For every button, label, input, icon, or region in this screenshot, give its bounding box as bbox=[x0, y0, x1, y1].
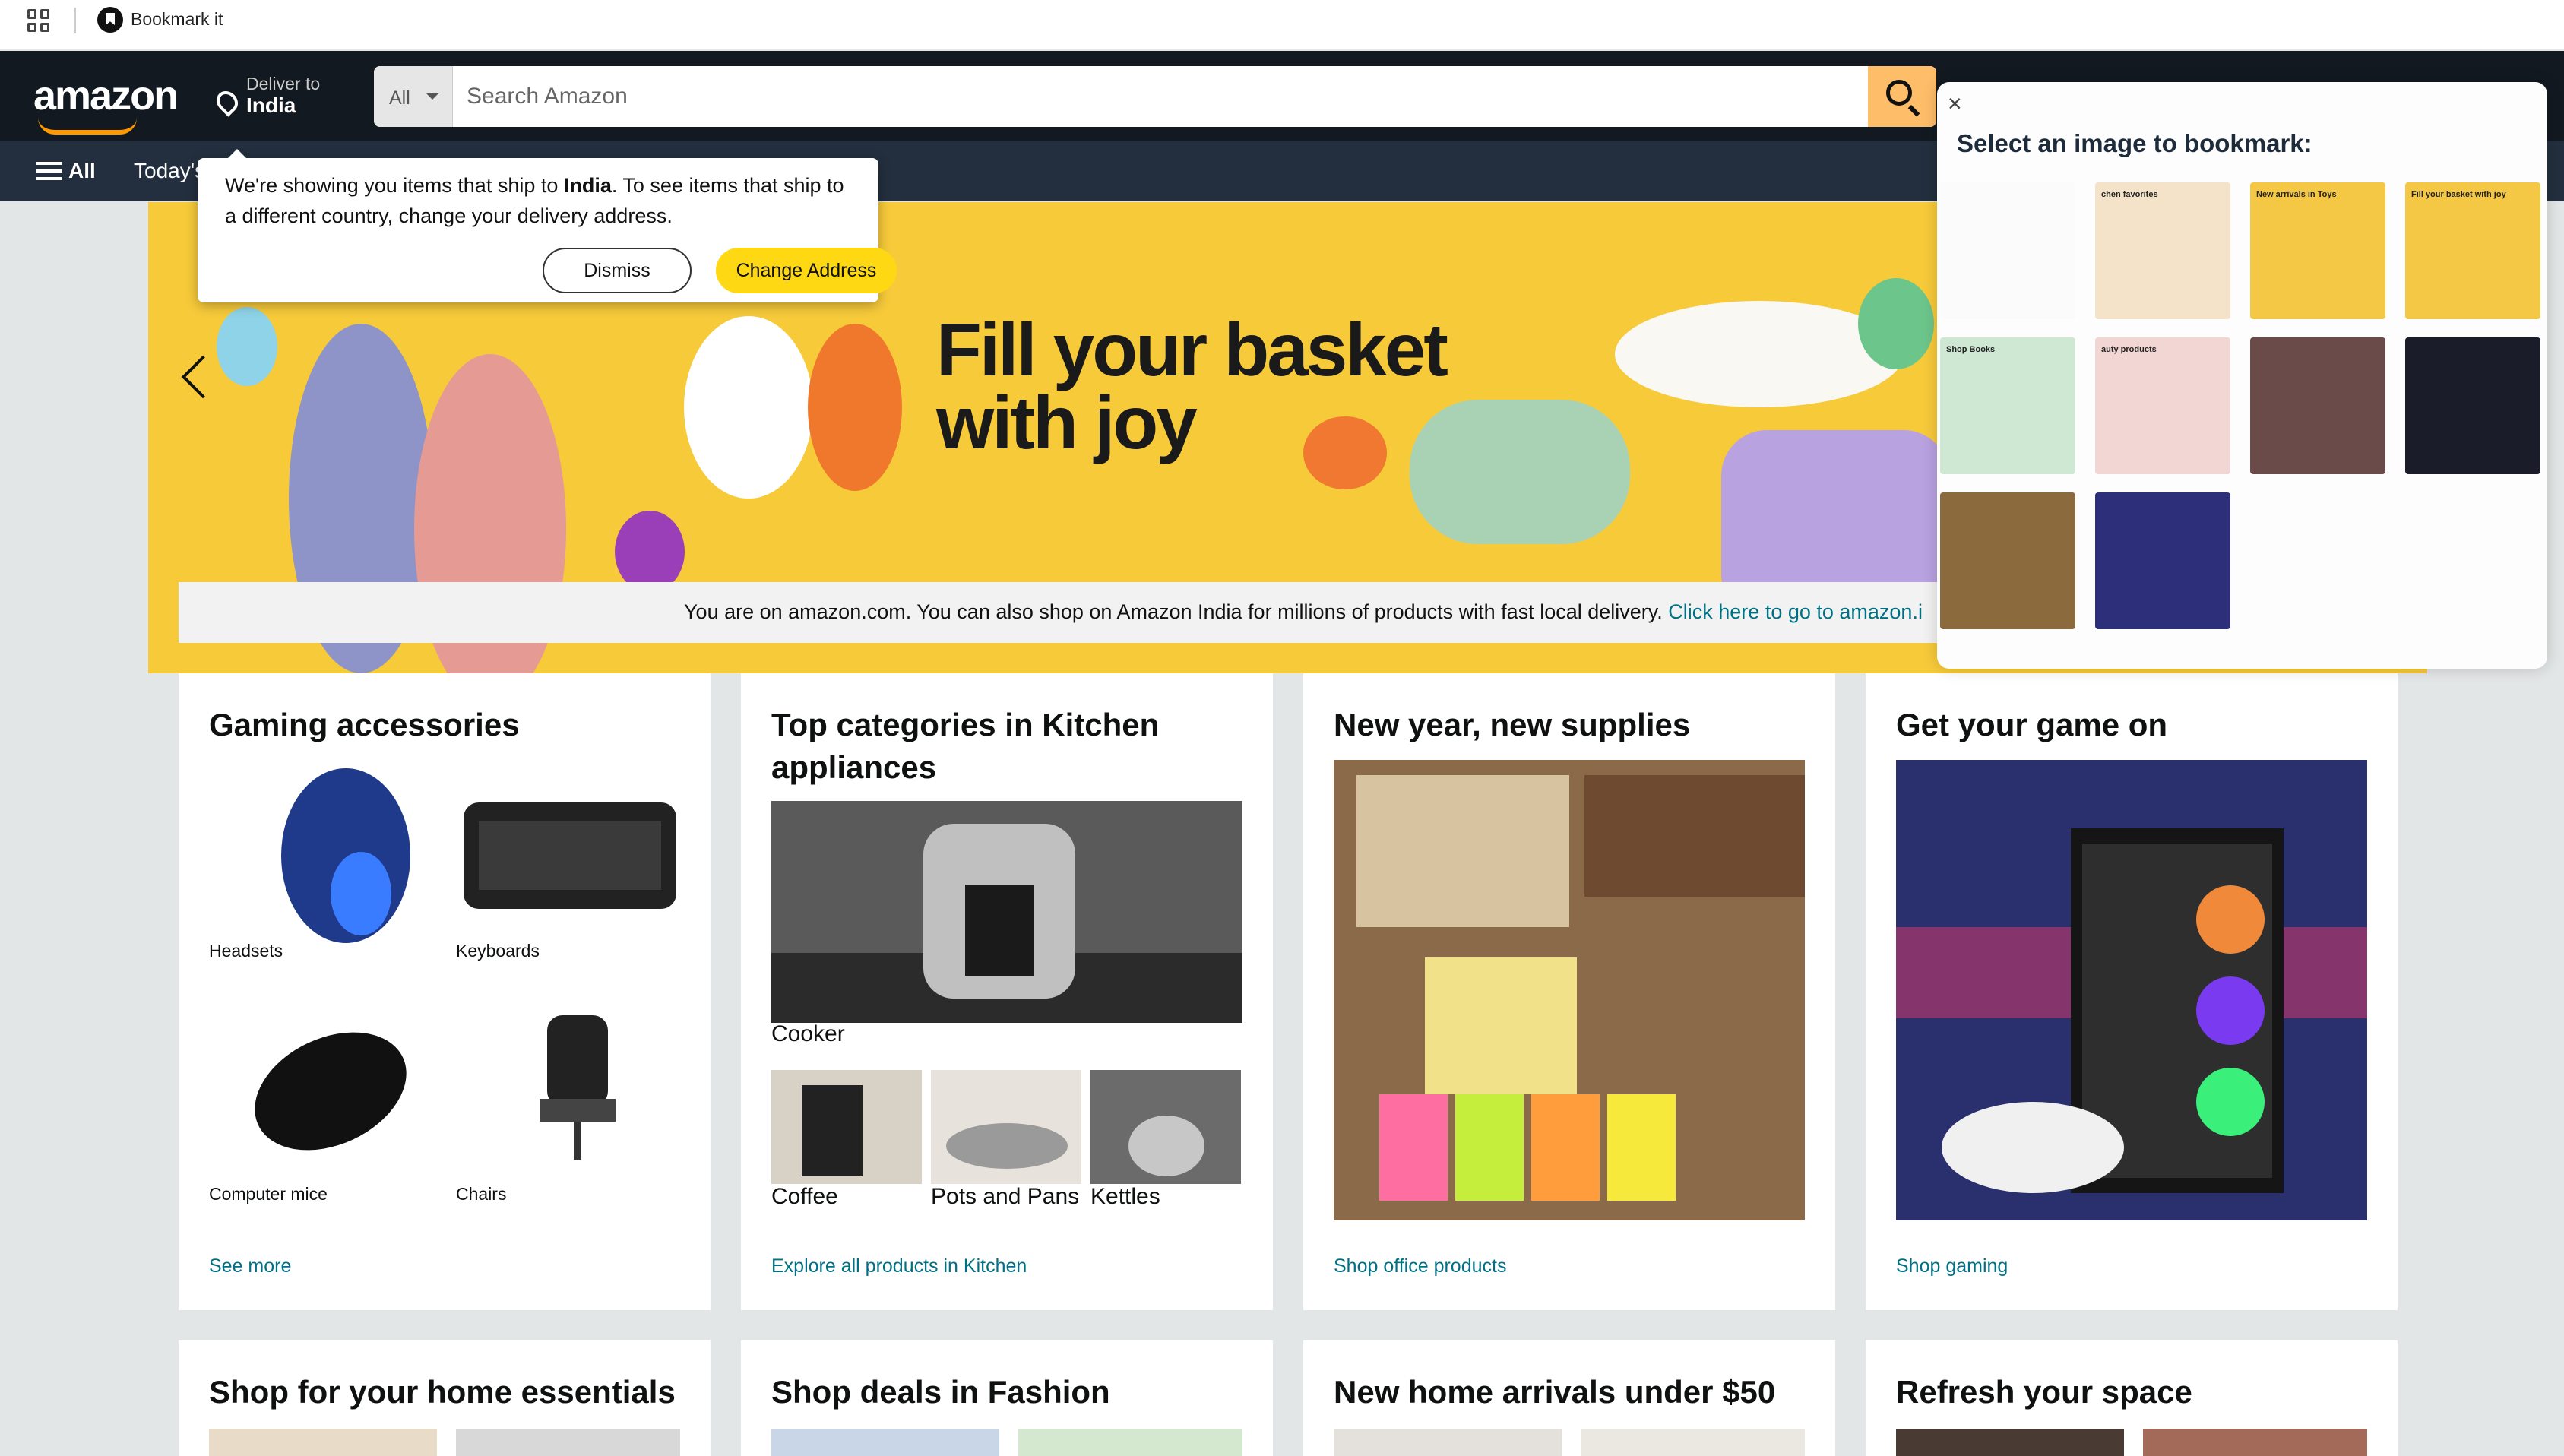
search-input[interactable] bbox=[467, 66, 1834, 127]
card-title: Refresh your space bbox=[1896, 1374, 2192, 1410]
card-deals-fashion: Shop deals in Fashion bbox=[741, 1340, 1273, 1456]
arrivals-thumb-2[interactable] bbox=[1581, 1429, 1805, 1456]
card-home-arrivals: New home arrivals under $50 bbox=[1303, 1340, 1835, 1456]
mouse-image bbox=[255, 1032, 407, 1151]
tile-caption: Pots and Pans bbox=[931, 1184, 1080, 1209]
location-pin-icon bbox=[212, 87, 242, 117]
easter-egg-purple bbox=[615, 511, 685, 593]
search-category-dropdown[interactable]: All bbox=[374, 66, 453, 127]
tile-caption: Kettles bbox=[1090, 1184, 1160, 1209]
amazon-logo[interactable]: amazon bbox=[33, 72, 179, 119]
all-menu-button[interactable]: All bbox=[68, 159, 96, 183]
refresh-thumb-1[interactable] bbox=[1896, 1429, 2124, 1456]
popover-msg-text: We're showing you items that ship to bbox=[225, 174, 564, 197]
card-title: Shop deals in Fashion bbox=[771, 1374, 1110, 1410]
bookmark-thumbnail[interactable]: auty products bbox=[2095, 337, 2230, 474]
easter-egg-green bbox=[1858, 278, 1934, 369]
cooker-image bbox=[771, 801, 1242, 1023]
bookmark-thumbnail-label: auty products bbox=[2101, 345, 2157, 354]
search-icon bbox=[1886, 80, 1912, 106]
keyboard-image bbox=[464, 802, 676, 909]
hamburger-menu-icon[interactable] bbox=[36, 162, 62, 180]
tile-caption: Headsets bbox=[209, 941, 283, 961]
notice-link[interactable]: Click here to go to amazon.i bbox=[1668, 600, 1923, 623]
card-gaming-accessories: Gaming accessories Headsets Keyboards Co… bbox=[179, 673, 711, 1310]
gaming-pc-image[interactable] bbox=[1896, 760, 2367, 1220]
bookmark-thumbnail[interactable] bbox=[1940, 492, 2075, 629]
bookmark-thumbnail-label: Fill your basket with joy bbox=[2411, 190, 2506, 199]
bookmark-thumbnail[interactable]: New arrivals in Toys bbox=[2250, 182, 2385, 319]
card-kitchen-appliances: Top categories in Kitchen appliances Coo… bbox=[741, 673, 1273, 1310]
see-more-link[interactable]: See more bbox=[209, 1255, 291, 1277]
shop-gaming-link[interactable]: Shop gaming bbox=[1896, 1255, 2008, 1277]
headset-image bbox=[281, 768, 410, 943]
card-title: Top categories in Kitchen appliances bbox=[771, 707, 1160, 785]
explore-kitchen-link[interactable]: Explore all products in Kitchen bbox=[771, 1255, 1027, 1277]
toolbar-divider bbox=[74, 8, 76, 33]
tile-caption: Computer mice bbox=[209, 1184, 328, 1204]
card-title: New home arrivals under $50 bbox=[1334, 1374, 1776, 1410]
fashion-thumb-2[interactable] bbox=[1018, 1429, 1242, 1456]
arrivals-thumb-1[interactable] bbox=[1334, 1429, 1562, 1456]
card-refresh-space: Refresh your space bbox=[1866, 1340, 2398, 1456]
popover-message: We're showing you items that ship to Ind… bbox=[225, 170, 856, 231]
bookmark-thumbnail[interactable]: Fill your basket with joy bbox=[2405, 182, 2540, 319]
refresh-thumb-2[interactable] bbox=[2143, 1429, 2367, 1456]
close-icon[interactable]: × bbox=[1948, 90, 1962, 118]
delivery-location-popover: We're showing you items that ship to Ind… bbox=[198, 149, 897, 302]
amazon-logo-smile-icon bbox=[38, 118, 137, 135]
bookmark-image-picker-panel: × Select an image to bookmark: chen favo… bbox=[1937, 82, 2547, 669]
todays-deals-link[interactable]: Today's bbox=[134, 159, 205, 183]
chair-image bbox=[540, 1015, 616, 1160]
card-title: Get your game on bbox=[1896, 707, 2168, 742]
coffee-image bbox=[771, 1070, 922, 1184]
easter-egg-blue bbox=[217, 307, 277, 386]
deliver-to-label: Deliver to bbox=[246, 74, 321, 93]
card-get-your-game-on: Get your game on Shop gaming bbox=[1866, 673, 2398, 1310]
kettle-image bbox=[1090, 1070, 1241, 1184]
popit-bunny bbox=[684, 316, 813, 499]
dismiss-button[interactable]: Dismiss bbox=[543, 248, 692, 293]
search-button[interactable] bbox=[1868, 66, 1936, 127]
card-title: Shop for your home essentials bbox=[209, 1374, 676, 1410]
tile-caption: Chairs bbox=[456, 1184, 507, 1204]
pots-image bbox=[931, 1070, 1081, 1184]
bookmark-it-icon[interactable] bbox=[97, 7, 123, 33]
deliver-to-country: India bbox=[246, 93, 296, 117]
office-supplies-image[interactable] bbox=[1334, 760, 1805, 1220]
bookmark-thumbnail[interactable] bbox=[2405, 337, 2540, 474]
bookmark-thumbnail-label: New arrivals in Toys bbox=[2256, 190, 2337, 199]
hero-title: Fill your basket with joy bbox=[936, 308, 1448, 464]
card-new-supplies: New year, new supplies Shop office produ… bbox=[1303, 673, 1835, 1310]
card-title: Gaming accessories bbox=[209, 707, 520, 742]
fashion-thumb-1[interactable] bbox=[771, 1429, 999, 1456]
bookmark-thumbnail[interactable] bbox=[2250, 337, 2385, 474]
bookmark-thumbnail-label: chen favorites bbox=[2101, 190, 2158, 199]
notice-text: You are on amazon.com. You can also shop… bbox=[684, 600, 1669, 623]
card-title: New year, new supplies bbox=[1334, 707, 1691, 742]
bookmark-thumbnail-label: Shop Books bbox=[1946, 345, 1996, 354]
home-essentials-thumb-1[interactable] bbox=[209, 1429, 437, 1456]
extension-toolbar: Bookmark it bbox=[0, 0, 2564, 50]
tile-caption: Coffee bbox=[771, 1184, 838, 1209]
bookmark-thumbnail[interactable] bbox=[2095, 492, 2230, 629]
tile-caption: Keyboards bbox=[456, 941, 540, 961]
bookmark-thumbnail[interactable]: chen favorites bbox=[2095, 182, 2230, 319]
bookmark-thumbnail[interactable] bbox=[1940, 182, 2075, 319]
home-essentials-thumb-2[interactable] bbox=[456, 1429, 680, 1456]
card-home-essentials: Shop for your home essentials bbox=[179, 1340, 711, 1456]
search-bar: All bbox=[374, 66, 1936, 127]
shop-office-products-link[interactable]: Shop office products bbox=[1334, 1255, 1506, 1277]
change-address-button[interactable]: Change Address bbox=[716, 248, 897, 293]
bookmark-panel-title: Select an image to bookmark: bbox=[1957, 129, 2312, 157]
carrot-toy bbox=[808, 324, 902, 491]
bookmark-it-label[interactable]: Bookmark it bbox=[131, 9, 223, 30]
popover-msg-country: India bbox=[563, 174, 612, 197]
bookmark-thumbnail[interactable]: Shop Books bbox=[1940, 337, 2075, 474]
apps-grid-icon[interactable] bbox=[27, 9, 50, 32]
tile-caption: Cooker bbox=[771, 1021, 845, 1046]
